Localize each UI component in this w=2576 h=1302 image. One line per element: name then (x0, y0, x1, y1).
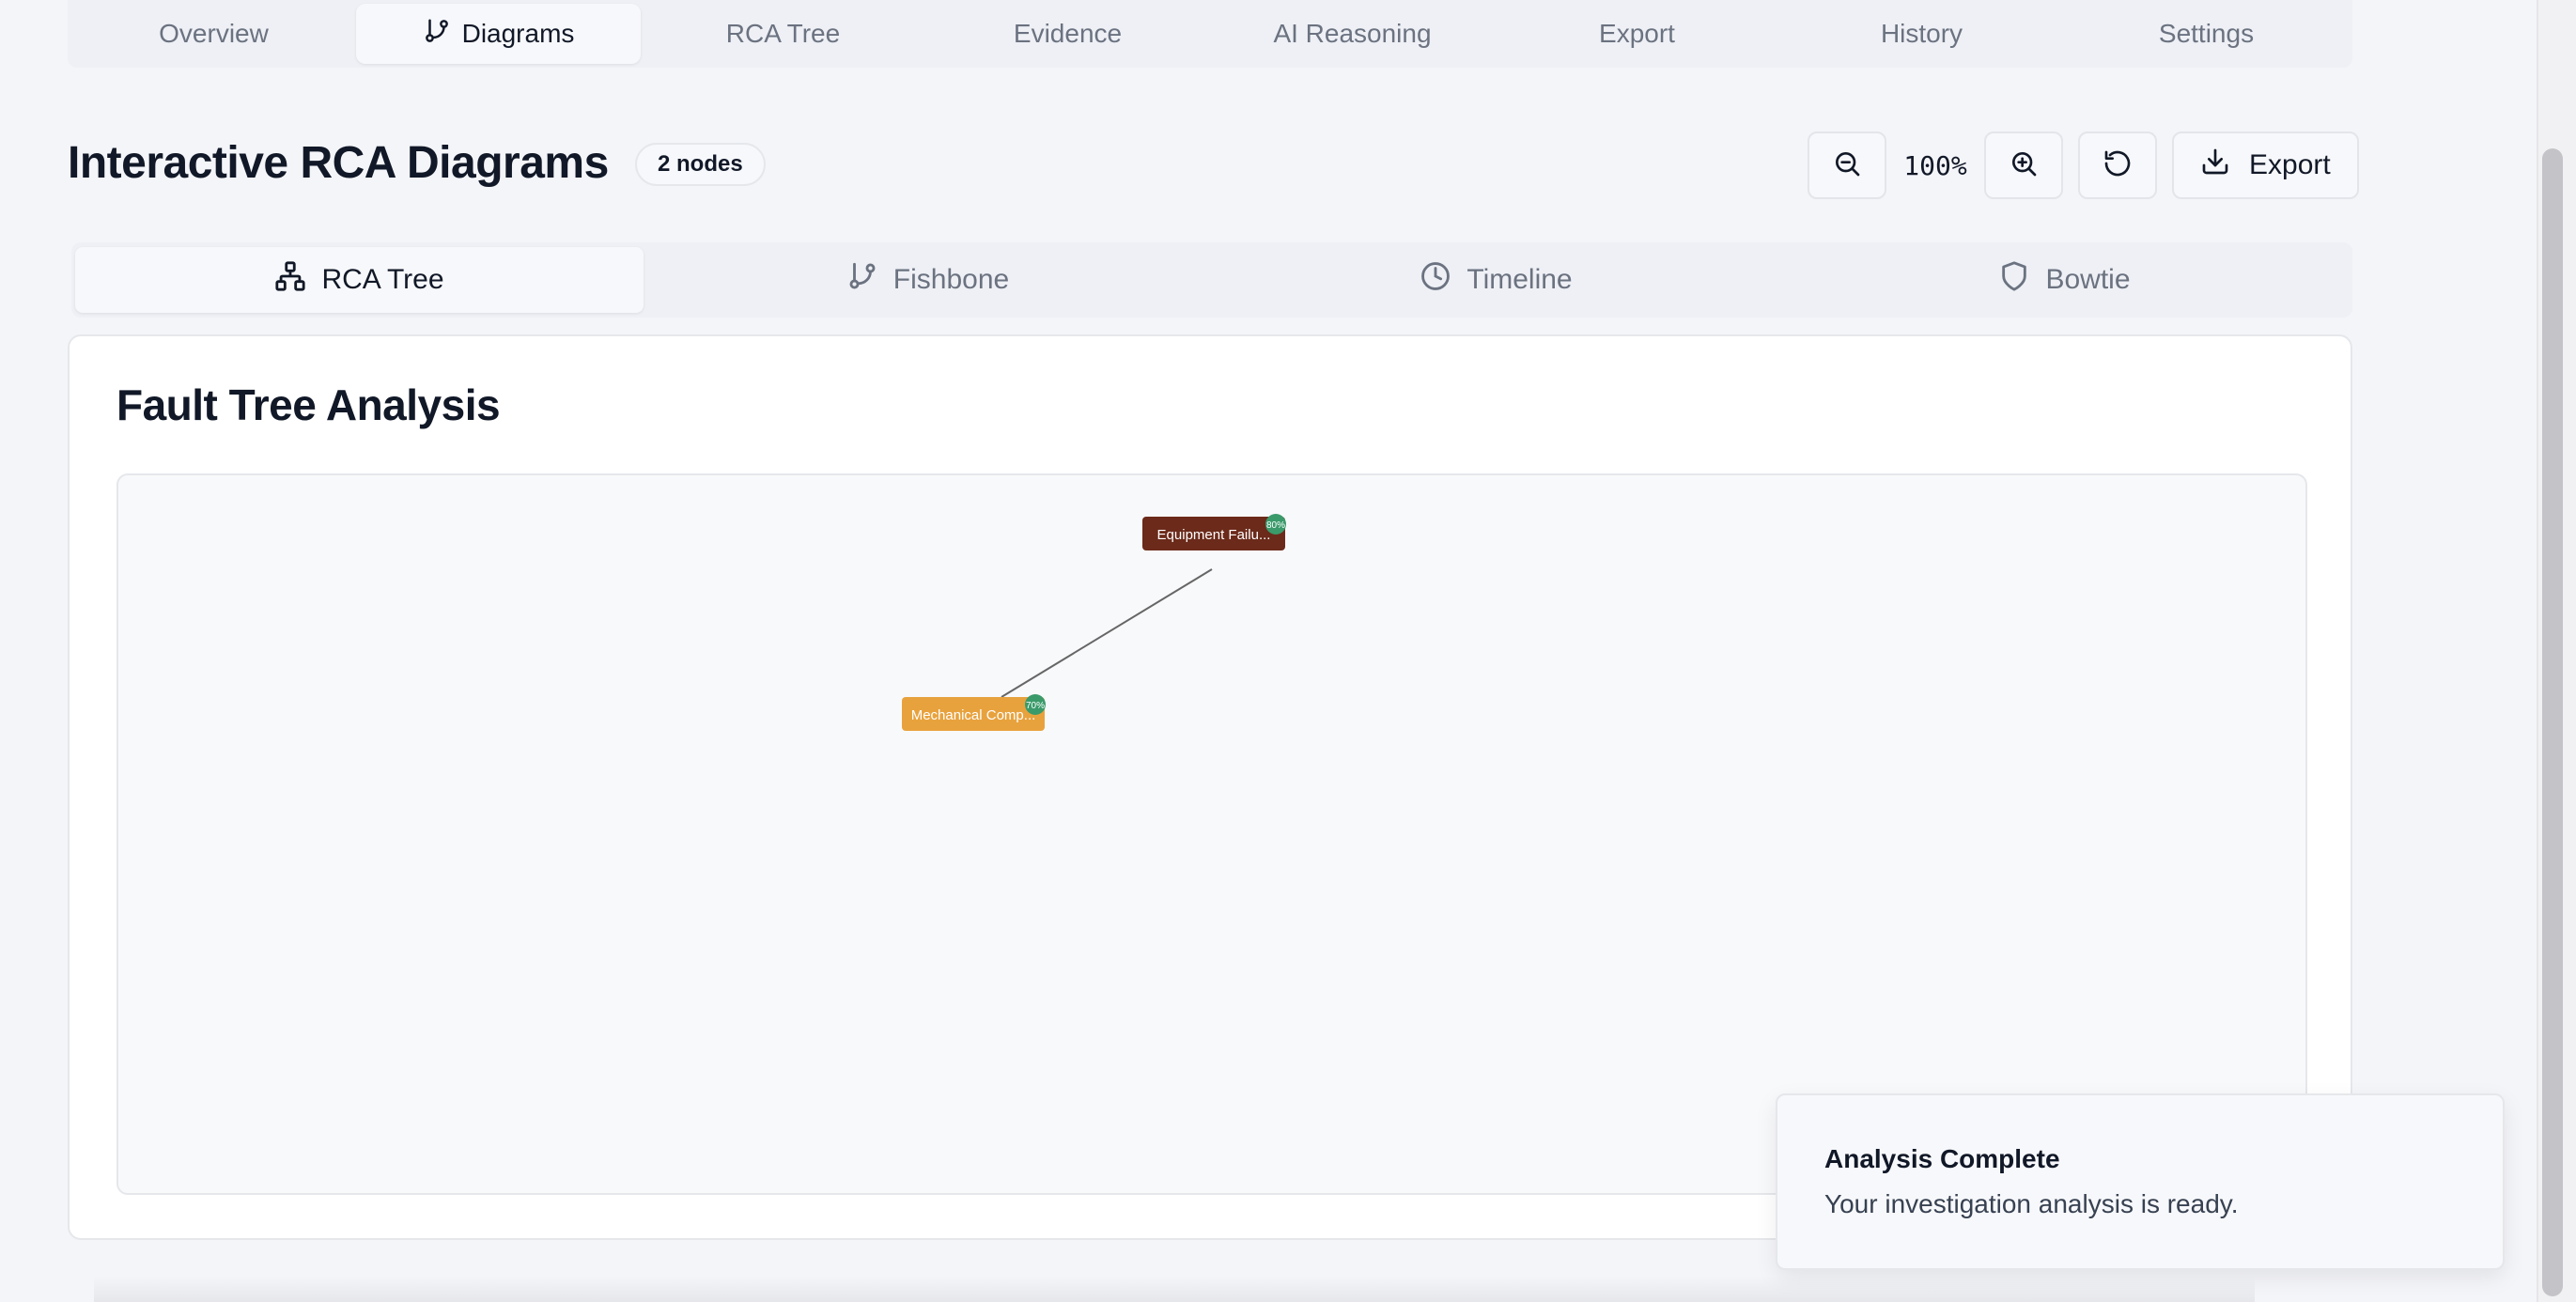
page-title: Interactive RCA Diagrams (68, 138, 609, 188)
tab-settings[interactable]: Settings (2064, 4, 2349, 64)
tab-rca-tree[interactable]: RCA Tree (641, 4, 925, 64)
tab-evidence-label: Evidence (1013, 19, 1123, 48)
tab-diagrams-label: Diagrams (461, 19, 575, 48)
git-branch-icon (846, 260, 878, 300)
tree-node-child[interactable]: Mechanical Comp... 70% (902, 694, 1046, 731)
git-branch-icon (423, 17, 451, 52)
tab-diagrams[interactable]: Diagrams (356, 4, 641, 64)
zoom-level: 100% (1903, 149, 1967, 181)
diagram-toolbar: 100% Export (1808, 132, 2359, 199)
toast-notification[interactable]: Analysis Complete Your investigation ana… (1776, 1093, 2505, 1270)
tab-export-label: Export (1599, 19, 1675, 48)
export-button[interactable]: Export (2172, 132, 2359, 199)
bottom-shadow (94, 1276, 2255, 1302)
shield-icon (1998, 260, 2030, 300)
tree-node-child-label: Mechanical Comp... (911, 707, 1036, 723)
zoom-in-icon (2009, 148, 2039, 183)
zoom-out-button[interactable] (1808, 132, 1886, 199)
tab-overview-label: Overview (159, 19, 269, 48)
zoom-out-icon (1832, 148, 1862, 183)
tab-history[interactable]: History (1779, 4, 2064, 64)
tree-node-child-confidence: 70% (1026, 701, 1045, 711)
tab-rca-tree-diagram[interactable]: RCA Tree (75, 247, 644, 313)
tab-evidence[interactable]: Evidence (925, 4, 1210, 64)
tree-node-root[interactable]: Equipment Failu... 80% (1142, 514, 1286, 550)
clock-icon (1420, 260, 1451, 300)
main-tabs: Overview Diagrams RCA Tree Evidence AI R… (68, 0, 2352, 68)
tab-settings-label: Settings (2158, 19, 2255, 48)
node-count-badge: 2 nodes (635, 143, 766, 186)
tab-export[interactable]: Export (1495, 4, 1779, 64)
tree-edge (1001, 568, 1213, 698)
tab-bowtie-label: Bowtie (2045, 264, 2131, 295)
toast-message: Your investigation analysis is ready. (1824, 1189, 2239, 1218)
fault-tree-svg: Equipment Failu... 80% Mechanical Comp..… (902, 514, 1286, 731)
tab-fishbone[interactable]: Fishbone (644, 247, 1212, 313)
network-icon (274, 260, 306, 300)
export-button-label: Export (2249, 149, 2331, 180)
download-icon (2200, 147, 2230, 184)
tab-fishbone-label: Fishbone (892, 264, 1010, 295)
tab-rca-tree-label: RCA Tree (725, 19, 841, 48)
tab-ai-reasoning[interactable]: AI Reasoning (1210, 4, 1495, 64)
tab-timeline[interactable]: Timeline (1212, 247, 1780, 313)
tree-node-root-label: Equipment Failu... (1157, 527, 1271, 543)
diagram-canvas[interactable]: Equipment Failu... 80% Mechanical Comp..… (116, 473, 2307, 1195)
reset-view-button[interactable] (2078, 132, 2157, 199)
toast-title: Analysis Complete (1824, 1144, 2060, 1173)
tab-bowtie[interactable]: Bowtie (1780, 247, 2349, 313)
tab-history-label: History (1880, 19, 1963, 48)
page: Overview Diagrams RCA Tree Evidence AI R… (0, 0, 2576, 1302)
tab-ai-reasoning-label: AI Reasoning (1273, 19, 1432, 48)
card-title: Fault Tree Analysis (116, 380, 501, 429)
zoom-in-button[interactable] (1984, 132, 2063, 199)
scrollbar-thumb[interactable] (2542, 148, 2563, 1296)
diagram-type-tabs: RCA Tree Fishbone Timeline Bowtie (71, 242, 2352, 318)
tab-overview[interactable]: Overview (71, 4, 356, 64)
tab-timeline-label: Timeline (1466, 264, 1573, 295)
rotate-ccw-icon (2103, 148, 2133, 183)
tree-node-root-confidence: 80% (1266, 520, 1285, 531)
tab-rca-tree-diagram-label: RCA Tree (321, 264, 444, 295)
